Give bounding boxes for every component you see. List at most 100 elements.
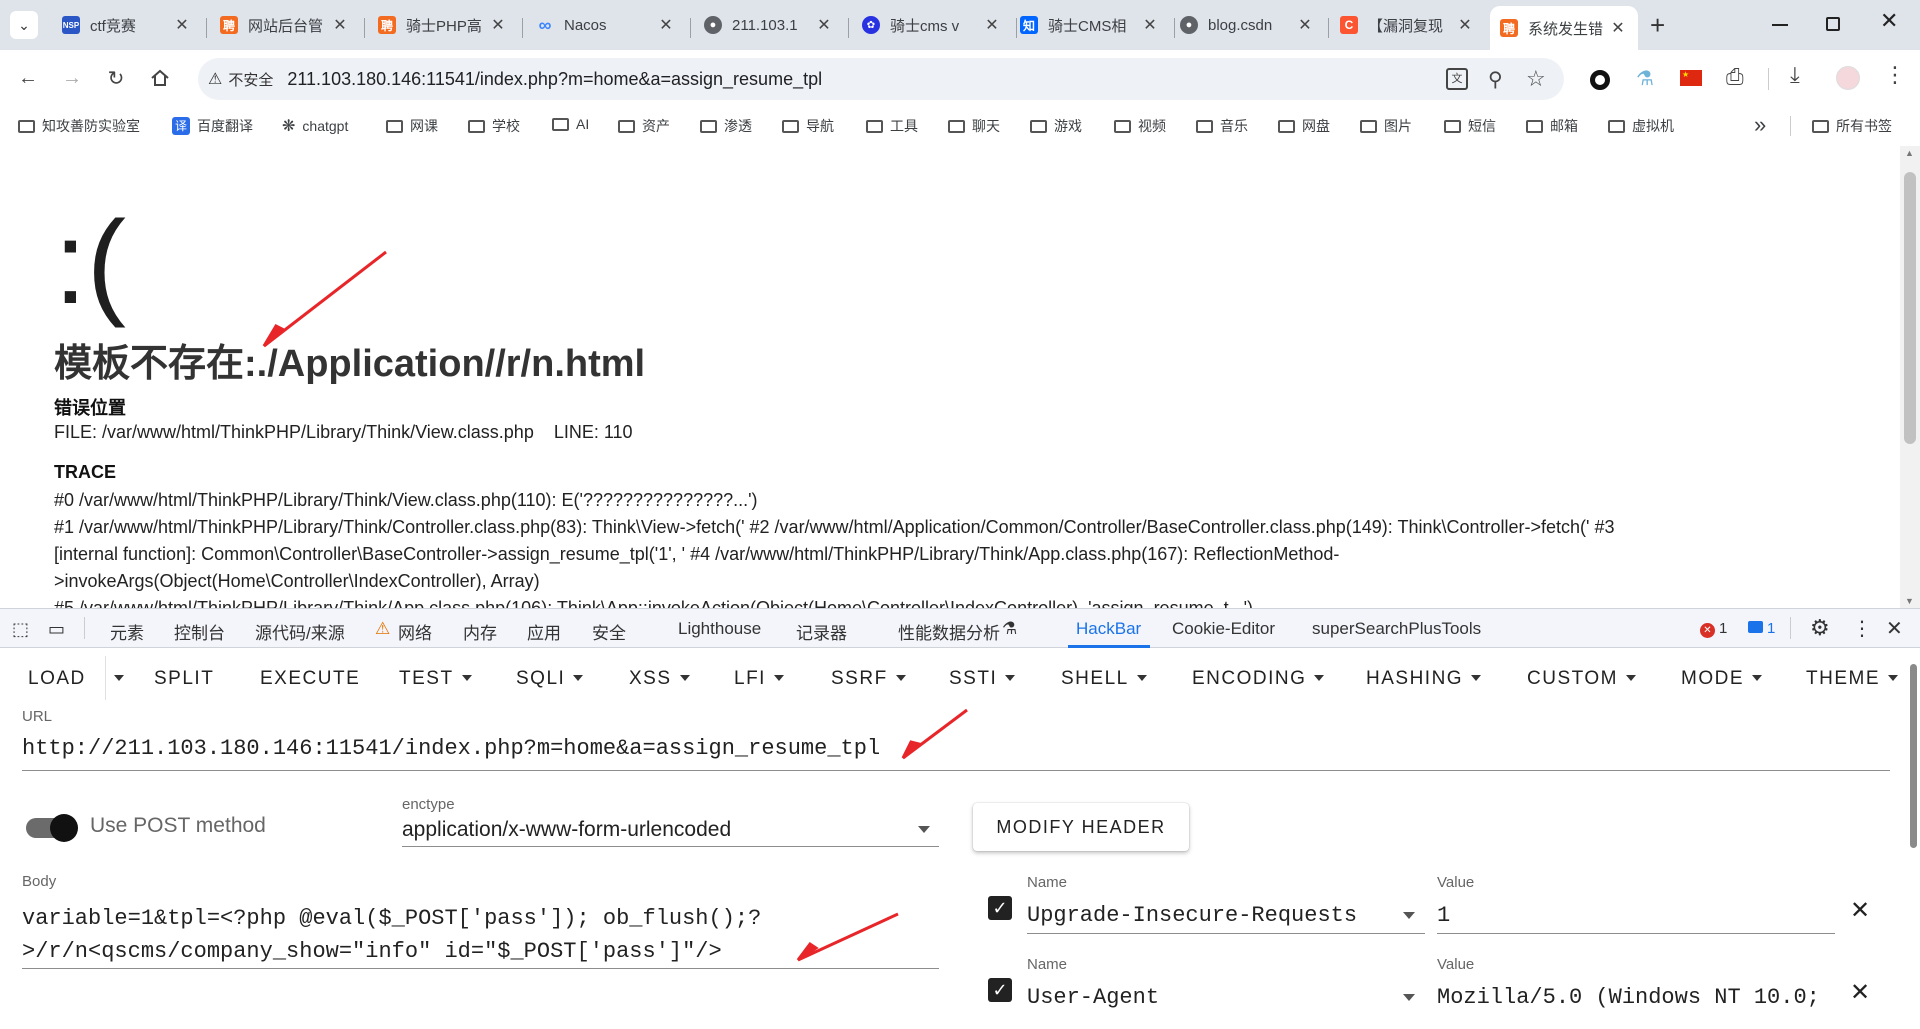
load-button[interactable]: LOAD	[28, 668, 86, 690]
devtools-tab[interactable]: 元素	[110, 619, 144, 644]
bookmark-item[interactable]: 学校	[468, 116, 520, 136]
xss-menu[interactable]: XSS	[629, 668, 690, 690]
split-button[interactable]: SPLIT	[154, 668, 214, 690]
devtools-tab[interactable]: 性能数据分析	[898, 619, 1000, 644]
error-badge[interactable]: ✕ 1	[1700, 620, 1727, 638]
restore-button[interactable]	[1826, 17, 1840, 31]
all-bookmarks-button[interactable]: 所有书签	[1812, 116, 1892, 136]
browser-tab[interactable]: 知 骑士CMS相 ✕	[1010, 6, 1170, 44]
bookmark-item[interactable]: 游戏	[1030, 116, 1082, 136]
ssrf-menu[interactable]: SSRF	[831, 668, 906, 690]
tab-search-button[interactable]: ⌄	[10, 11, 38, 39]
header-value-input[interactable]: 1	[1437, 903, 1450, 928]
close-icon[interactable]: ✕	[1295, 15, 1315, 35]
bookmark-item[interactable]: 网盘	[1278, 116, 1330, 136]
enctype-select[interactable]: application/x-www-form-urlencoded	[402, 818, 731, 842]
devtools-tab[interactable]: 网络	[398, 619, 432, 644]
devtools-tab[interactable]: 内存	[463, 619, 497, 644]
close-icon[interactable]: ✕	[1608, 18, 1628, 38]
close-icon[interactable]: ✕	[982, 15, 1002, 35]
shell-menu[interactable]: SHELL	[1061, 668, 1147, 690]
scrollbar-thumb[interactable]	[1910, 664, 1917, 848]
download-icon[interactable]: ⤓	[1790, 62, 1800, 88]
bookmarks-overflow-button[interactable]: »	[1754, 112, 1766, 138]
address-bar[interactable]: ⚠ 不安全 211.103.180.146:11541/index.php?m=…	[198, 58, 1564, 100]
browser-tab[interactable]: ∞ Nacos ✕	[526, 6, 686, 44]
inspect-element-icon[interactable]: ⬚	[12, 619, 29, 640]
browser-tab[interactable]: ● blog.csdn ✕	[1170, 6, 1325, 44]
browser-tab[interactable]: NSP ctf竞赛 ✕	[52, 6, 202, 44]
url-text[interactable]: 211.103.180.146:11541/index.php?m=home&a…	[287, 69, 822, 90]
devtools-tab[interactable]: Lighthouse	[678, 619, 761, 639]
close-icon[interactable]: ✕	[1455, 15, 1475, 35]
browser-tab[interactable]: 聘 网站后台管 ✕	[210, 6, 360, 44]
browser-tab-active[interactable]: 聘 系统发生错 ✕	[1490, 6, 1638, 50]
close-icon[interactable]: ✕	[172, 15, 192, 35]
bookmark-item[interactable]: 图片	[1360, 116, 1412, 136]
security-label[interactable]: 不安全	[228, 69, 273, 90]
close-icon[interactable]: ✕	[488, 15, 508, 35]
back-button[interactable]: ←	[8, 58, 48, 98]
post-method-toggle[interactable]	[26, 814, 78, 842]
modify-header-button[interactable]: MODIFY HEADER	[973, 803, 1189, 851]
bookmark-item[interactable]: 聊天	[948, 116, 1000, 136]
bookmark-item[interactable]: 音乐	[1196, 116, 1248, 136]
custom-menu[interactable]: CUSTOM	[1527, 668, 1636, 690]
sqli-menu[interactable]: SQLI	[516, 668, 584, 690]
bookmark-item[interactable]: 导航	[782, 116, 834, 136]
header-enabled-checkbox[interactable]: ✓	[988, 978, 1012, 1002]
bookmark-item[interactable]: 译百度翻译	[172, 116, 253, 136]
theme-menu[interactable]: THEME	[1806, 668, 1898, 690]
bookmark-item[interactable]: 虚拟机	[1608, 116, 1674, 136]
bookmark-item[interactable]: 资产	[618, 116, 670, 136]
url-input[interactable]: http://211.103.180.146:11541/index.php?m…	[22, 736, 880, 761]
close-window-button[interactable]: ✕	[1880, 8, 1898, 34]
bookmark-item[interactable]: 邮箱	[1526, 116, 1578, 136]
lfi-menu[interactable]: LFI	[734, 668, 784, 690]
devtools-tab[interactable]: 记录器	[796, 619, 847, 644]
devtools-tab[interactable]: 源代码/来源	[255, 619, 345, 644]
extension-flask-icon[interactable]: ⚗	[1636, 66, 1654, 91]
bookmark-item[interactable]: 网课	[386, 116, 438, 136]
header-enabled-checkbox[interactable]: ✓	[988, 896, 1012, 920]
header-name-input[interactable]: Upgrade-Insecure-Requests	[1027, 903, 1357, 928]
mode-menu[interactable]: MODE	[1681, 668, 1762, 690]
more-options-icon[interactable]: ⋮	[1852, 616, 1872, 641]
close-icon[interactable]: ✕	[814, 15, 834, 35]
close-icon[interactable]: ✕	[656, 15, 676, 35]
translate-icon[interactable]: 文	[1446, 68, 1468, 90]
hackbar-scrollbar[interactable]	[1908, 660, 1918, 1020]
forward-button[interactable]: →	[52, 58, 92, 98]
devtools-tab[interactable]: superSearchPlusTools	[1312, 619, 1481, 639]
menu-kebab-icon[interactable]: ⋮	[1884, 62, 1906, 88]
page-scrollbar[interactable]: ▲ ▼	[1900, 146, 1920, 608]
home-button[interactable]	[140, 58, 180, 98]
bookmark-item[interactable]: 知攻善防实验室	[18, 116, 140, 136]
close-icon[interactable]: ✕	[1140, 15, 1160, 35]
reload-button[interactable]: ↻	[96, 58, 136, 98]
scrollbar-thumb[interactable]	[1904, 172, 1916, 444]
close-icon[interactable]: ✕	[330, 15, 350, 35]
device-toolbar-icon[interactable]: ▭	[48, 619, 65, 640]
browser-tab[interactable]: C 【漏洞复现 ✕	[1330, 6, 1485, 44]
test-menu[interactable]: TEST	[399, 668, 472, 690]
hashing-menu[interactable]: HASHING	[1366, 668, 1482, 690]
load-dropdown-button[interactable]	[106, 668, 124, 690]
zoom-icon[interactable]: ⚲	[1488, 67, 1503, 92]
devtools-tab[interactable]: 安全	[592, 619, 626, 644]
header-value-input[interactable]: Mozilla/5.0 (Windows NT 10.0;	[1437, 985, 1835, 1010]
devtools-tab[interactable]: 控制台	[174, 619, 225, 644]
bookmark-item[interactable]: AI	[552, 116, 589, 132]
scroll-up-arrow[interactable]: ▲	[1905, 148, 1914, 158]
bookmark-item[interactable]: 视频	[1114, 116, 1166, 136]
remove-header-button[interactable]: ✕	[1850, 896, 1870, 925]
browser-tab[interactable]: 聘 骑士PHP高 ✕	[368, 6, 518, 44]
ssti-menu[interactable]: SSTI	[949, 668, 1016, 690]
bookmark-item[interactable]: ❋ chatgpt	[282, 116, 348, 136]
header-name-input[interactable]: User-Agent	[1027, 985, 1159, 1010]
message-badge[interactable]: 1	[1748, 620, 1775, 637]
extension-ring-icon[interactable]	[1590, 70, 1610, 90]
settings-gear-icon[interactable]: ⚙	[1810, 615, 1830, 641]
new-tab-button[interactable]: +	[1650, 10, 1665, 41]
browser-tab[interactable]: ● 211.103.1 ✕	[694, 6, 844, 44]
